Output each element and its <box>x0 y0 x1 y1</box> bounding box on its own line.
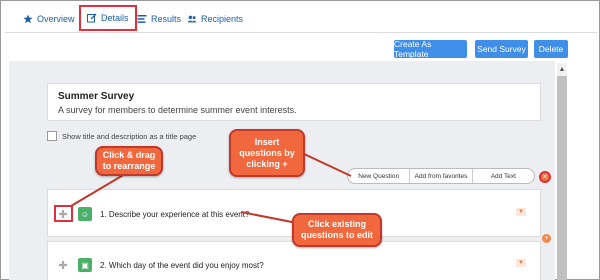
smiley-icon: ☺ <box>78 207 92 221</box>
tab-overview[interactable]: Overview <box>23 9 75 29</box>
question-menu-chevron-icon[interactable]: ▼ <box>516 259 526 267</box>
scroll-up-arrow-icon[interactable]: ▲ <box>557 63 567 75</box>
list-icon <box>137 15 147 23</box>
insert-question-bar: New Question Add from favorites Add Text <box>347 168 535 184</box>
callout-edit-questions: Click existing questions to edit <box>292 213 382 247</box>
close-insert-icon[interactable]: × <box>539 171 551 183</box>
add-from-favorites-button[interactable]: Add from favorites <box>410 169 473 183</box>
question-menu-chevron-icon[interactable]: ▼ <box>516 208 526 216</box>
tab-bar: Overview Details Results Recipients <box>5 1 597 33</box>
tab-recipients[interactable]: Recipients <box>187 9 243 29</box>
show-title-option[interactable]: Show title and description as a title pa… <box>47 131 196 141</box>
add-question-plus-icon[interactable]: + <box>542 234 551 243</box>
drag-handle-icon[interactable]: ✚ <box>58 260 68 272</box>
callout-insert-questions: Insert questions by clicking + <box>229 129 305 177</box>
new-question-button[interactable]: New Question <box>348 169 411 183</box>
delete-button[interactable]: Delete <box>534 40 568 58</box>
tab-recipients-label: Recipients <box>201 14 244 24</box>
drag-handle-highlight <box>54 205 73 222</box>
tab-results[interactable]: Results <box>137 9 181 29</box>
send-survey-button[interactable]: Send Survey <box>475 40 528 58</box>
users-icon <box>187 15 197 23</box>
tab-details-label: Details <box>101 13 129 23</box>
question-text[interactable]: 2. Which day of the event did you enjoy … <box>100 261 264 270</box>
tab-overview-label: Overview <box>37 14 75 24</box>
survey-description: A survey for members to determine summer… <box>58 105 297 115</box>
app-frame: Overview Details Results Recipients Crea… <box>0 0 600 280</box>
tab-results-label: Results <box>151 14 182 24</box>
create-as-template-button[interactable]: Create As Template <box>394 39 467 59</box>
add-text-button[interactable]: Add Text <box>473 169 534 183</box>
calendar-icon: ▣ <box>78 258 92 272</box>
show-title-label: Show title and description as a title pa… <box>62 131 197 141</box>
callout-drag-rearrange: Click & drag to rearrange <box>95 146 163 176</box>
star-icon <box>23 14 33 24</box>
question-card[interactable]: ✚ ▣ 2. Which day of the event did you en… <box>47 241 541 280</box>
show-title-checkbox[interactable] <box>47 131 57 141</box>
scrollbar-thumb[interactable] <box>557 76 567 280</box>
survey-header-card[interactable]: Summer Survey A survey for members to de… <box>47 83 541 121</box>
edit-icon <box>87 13 97 23</box>
tab-details[interactable]: Details <box>79 5 137 31</box>
survey-title: Summer Survey <box>58 91 135 102</box>
question-text[interactable]: 1. Describe your experience at this even… <box>100 210 249 219</box>
